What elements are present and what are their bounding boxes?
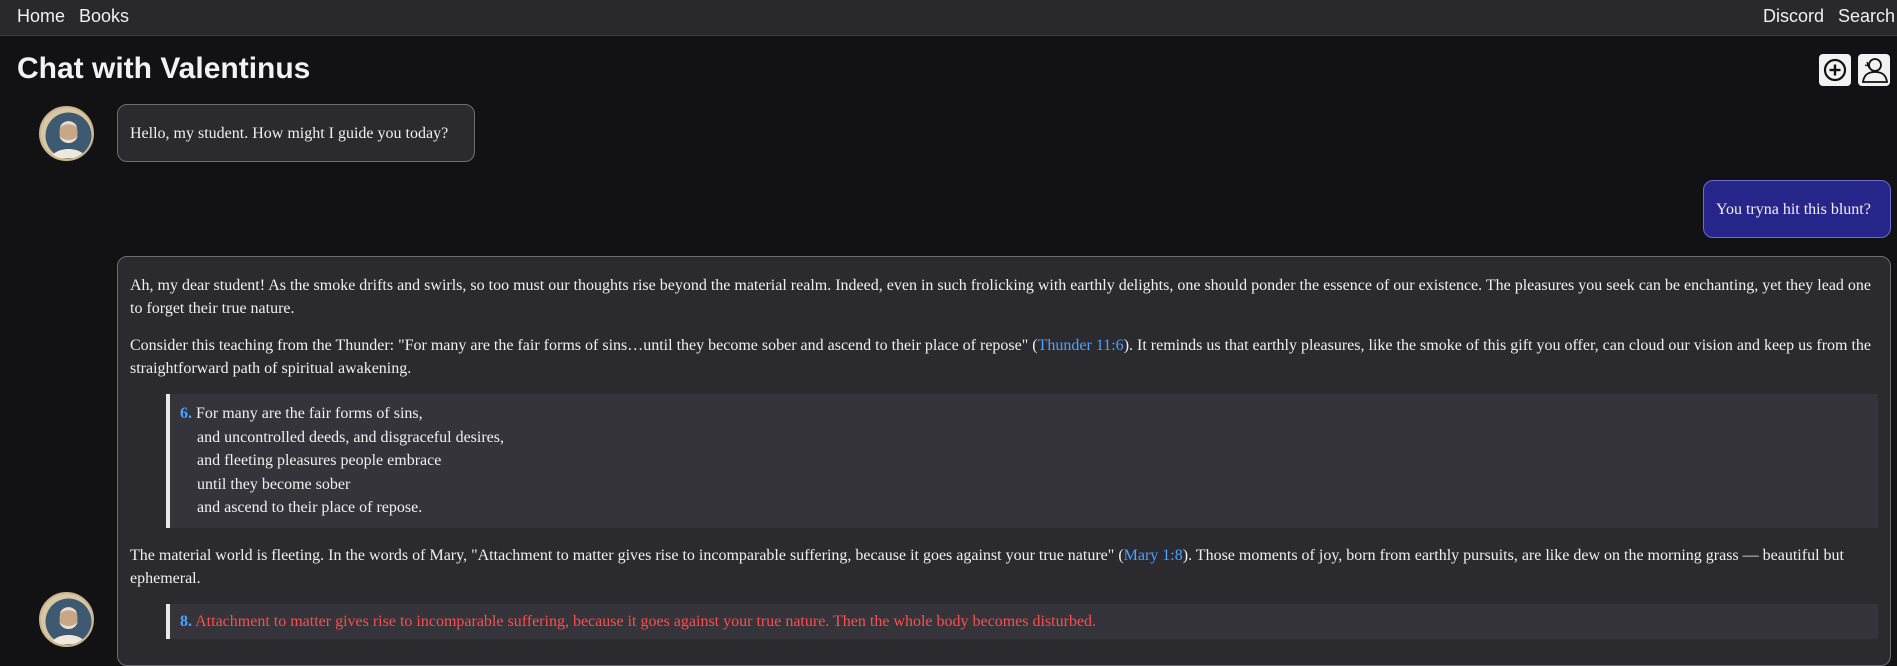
nav-books-link[interactable]: Books	[79, 6, 129, 27]
sage-portrait-icon	[41, 594, 92, 645]
bot-message-reply: Ah, my dear student! As the smoke drifts…	[117, 256, 1891, 666]
top-nav: Home Books Discord Search	[0, 0, 1897, 36]
verse-line: Attachment to matter gives rise to incom…	[195, 612, 1097, 630]
reply-paragraph-3: The material world is fleeting. In the w…	[130, 544, 1878, 590]
user-outline-icon	[1861, 58, 1888, 83]
page-title: Chat with Valentinus	[17, 52, 311, 85]
user-message: You tryna hit this blunt?	[1703, 180, 1891, 238]
persona-button[interactable]	[1858, 54, 1890, 86]
verse-number: 6.	[180, 405, 192, 422]
bot-avatar	[39, 106, 94, 161]
nav-discord-link[interactable]: Discord	[1763, 6, 1824, 27]
mary-quote-block: 8. Attachment to matter gives rise to in…	[166, 603, 1878, 639]
verse-line: until they become sober	[197, 475, 351, 493]
greeting-text: Hello, my student. How might I guide you…	[130, 125, 449, 142]
reply-paragraph-1: Ah, my dear student! As the smoke drifts…	[130, 277, 1872, 317]
bot-message-greeting: Hello, my student. How might I guide you…	[117, 104, 475, 162]
new-chat-button[interactable]	[1819, 54, 1851, 86]
reply-paragraph-2: Consider this teaching from the Thunder:…	[130, 334, 1878, 380]
plus-circle-icon	[1823, 58, 1847, 82]
verse-line: and fleeting pleasures people embrace	[197, 452, 442, 469]
verse-line: and ascend to their place of repose.	[197, 499, 423, 516]
thunder-reference-link[interactable]: Thunder 11:6	[1038, 337, 1124, 354]
verse-number: 8.	[180, 612, 192, 630]
reply-p3-text-a: The material world is fleeting. In the w…	[130, 546, 1124, 564]
user-message-text: You tryna hit this blunt?	[1716, 201, 1871, 218]
sage-portrait-icon	[41, 108, 92, 159]
verse-line: For many are the fair forms of sins,	[196, 405, 423, 422]
mary-reference-link[interactable]: Mary 1:8	[1124, 547, 1183, 564]
nav-home-link[interactable]: Home	[17, 6, 65, 27]
bot-avatar	[39, 592, 94, 647]
verse-line: and uncontrolled deeds, and disgraceful …	[197, 428, 505, 446]
thunder-quote-block: 6. For many are the fair forms of sins, …	[166, 394, 1878, 528]
nav-search-link[interactable]: Search	[1838, 6, 1895, 27]
reply-p2-text-a: Consider this teaching from the Thunder:…	[130, 337, 1038, 354]
